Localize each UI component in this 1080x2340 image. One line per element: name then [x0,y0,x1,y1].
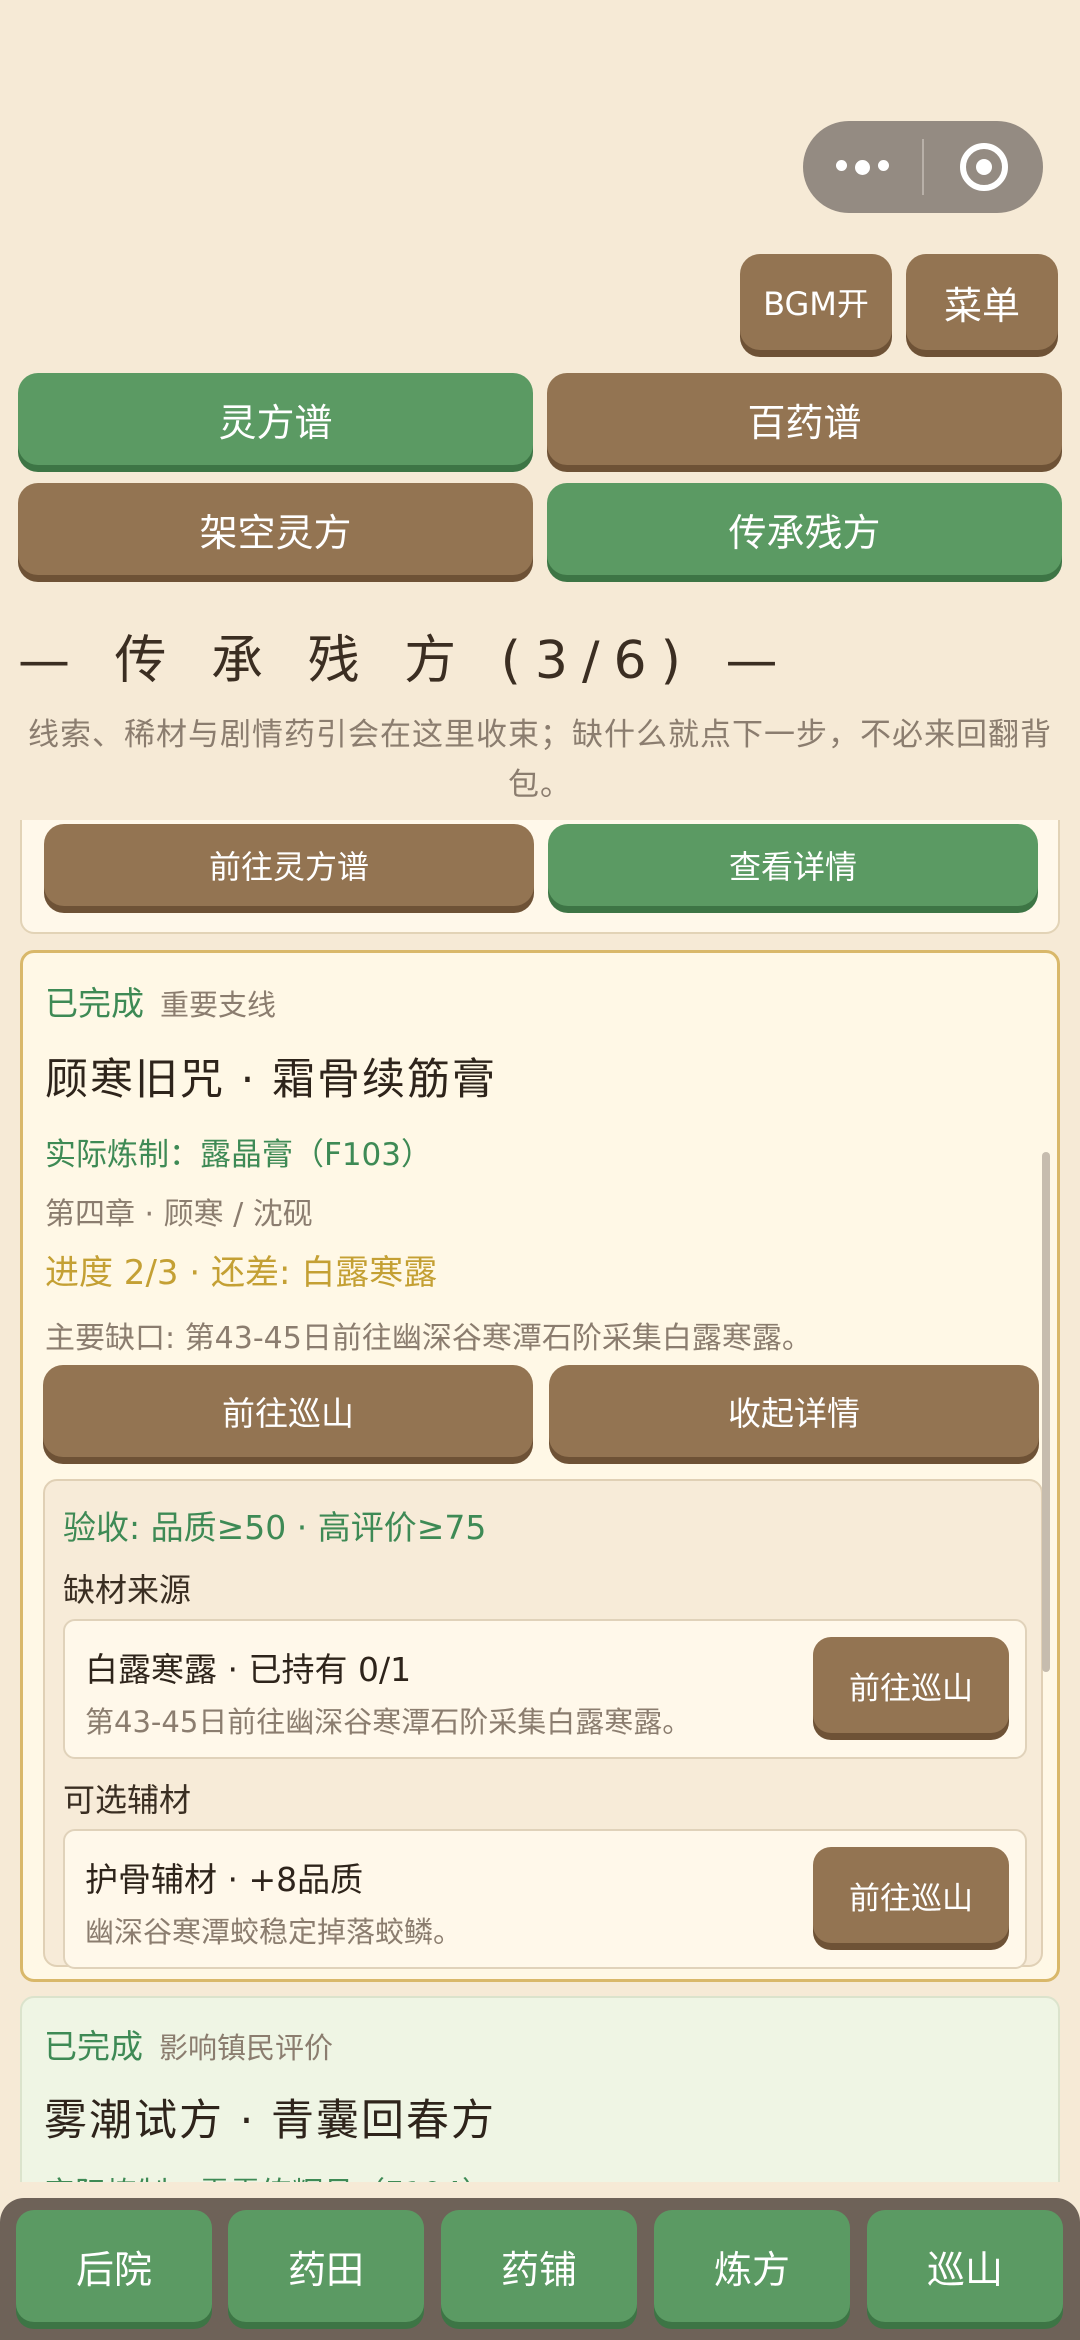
next-recipe-card[interactable]: 已完成影响镇民评价 雾潮试方 · 青囊回春方 实际炼制：霜霜练辉丹（F104） [20,1996,1060,2182]
next-status-badge: 已完成 [44,2027,143,2066]
optional-material-title: 护骨辅材 · +8品质 [85,1860,364,1899]
nav-yaotian[interactable]: 药田 [228,2210,424,2322]
scrollbar[interactable] [1042,1152,1050,1672]
missing-material-patrol-button[interactable]: 前往巡山 [813,1637,1009,1733]
more-button[interactable] [803,121,922,213]
tab-chuancheng-canfang[interactable]: 传承残方 [547,483,1062,575]
nav-xunshan[interactable]: 巡山 [867,2210,1063,2322]
next-recipe-tag: 影响镇民评价 [159,2031,334,2065]
status-badge: 已完成 [45,984,144,1023]
recipe-list[interactable]: 前往灵方谱 查看详情 已完成 重要支线 顾寒旧咒 · 霜骨续筋膏 实际炼制：露晶膏… [0,820,1080,2182]
recipe-title: 顾寒旧咒 · 霜骨续筋膏 [45,1055,498,1105]
tab-jiakong-lingfang[interactable]: 架空灵方 [18,483,533,575]
section-title: — 传 承 残 方 (3/6) — [18,631,792,691]
bgm-toggle-button[interactable]: BGM开 [740,254,892,350]
missing-material-title: 白露寒露 · 已持有 0/1 [85,1650,412,1689]
bottom-nav: 后院 药田 药铺 炼方 巡山 [0,2198,1080,2340]
goto-patrol-button[interactable]: 前往巡山 [43,1365,533,1457]
view-details-button[interactable]: 查看详情 [548,824,1038,906]
optional-aux-header: 可选辅材 [63,1781,192,1819]
chapter-info: 第四章 · 顾寒 / 沈砚 [45,1197,313,1232]
recipe-card: 已完成 重要支线 顾寒旧咒 · 霜骨续筋膏 实际炼制：露晶膏（F103） 第四章 … [20,950,1060,1982]
missing-material-desc: 第43-45日前往幽深谷寒潭石阶采集白露寒露。 [85,1705,692,1739]
tab-lingfang-pu[interactable]: 灵方谱 [18,373,533,465]
collapse-details-button[interactable]: 收起详情 [549,1365,1039,1457]
next-actual-brew: 实际炼制：霜霜练辉丹（F104） [44,2168,493,2182]
optional-material-desc: 幽深谷寒潭蛟稳定掉落蛟鳞。 [85,1915,463,1949]
nav-yaopu[interactable]: 药铺 [441,2210,637,2322]
menu-button[interactable]: 菜单 [906,254,1058,350]
goto-lingfang-pu-button[interactable]: 前往灵方谱 [44,824,534,906]
missing-source-header: 缺材来源 [63,1571,192,1609]
nav-lianfang[interactable]: 炼方 [654,2210,850,2322]
next-recipe-title: 雾潮试方 · 青囊回春方 [44,2096,497,2146]
detail-panel: 验收: 品质≥50 · 高评价≥75 缺材来源 白露寒露 · 已持有 0/1 第… [43,1479,1043,1969]
tab-baiyao-pu[interactable]: 百药谱 [547,373,1062,465]
main-gap-text: 主要缺口: 第43-45日前往幽深谷寒潭石阶采集白露寒露。 [45,1321,812,1356]
nav-houyuan[interactable]: 后院 [16,2210,212,2322]
mini-program-capsule [803,121,1043,213]
more-dots-icon [836,159,889,175]
optional-material-item: 护骨辅材 · +8品质 幽深谷寒潭蛟稳定掉落蛟鳞。 前往巡山 [63,1829,1027,1969]
card-header: 已完成 重要支线 [45,977,276,1025]
missing-material-item: 白露寒露 · 已持有 0/1 第43-45日前往幽深谷寒潭石阶采集白露寒露。 前… [63,1619,1027,1759]
close-mini-program-button[interactable] [924,121,1043,213]
acceptance-criteria: 验收: 品质≥50 · 高评价≥75 [63,1508,487,1547]
progress-text: 进度 2/3 · 还差: 白露寒露 [45,1253,438,1293]
next-card-header: 已完成 影响镇民评价 [44,2020,333,2068]
section-description: 线索、稀材与剧情药引会在这里收束；缺什么就点下一步，不必来回翻背包。 [28,717,1052,803]
actual-brew: 实际炼制：露晶膏（F103） [45,1137,432,1173]
recipe-tag: 重要支线 [160,988,277,1022]
previous-recipe-card: 前往灵方谱 查看详情 [20,820,1060,934]
optional-material-patrol-button[interactable]: 前往巡山 [813,1847,1009,1943]
screen: BGM开 菜单 灵方谱 百药谱 架空灵方 传承残方 — 传 承 残 方 (3/6… [0,0,1080,2340]
target-icon [959,143,1008,191]
